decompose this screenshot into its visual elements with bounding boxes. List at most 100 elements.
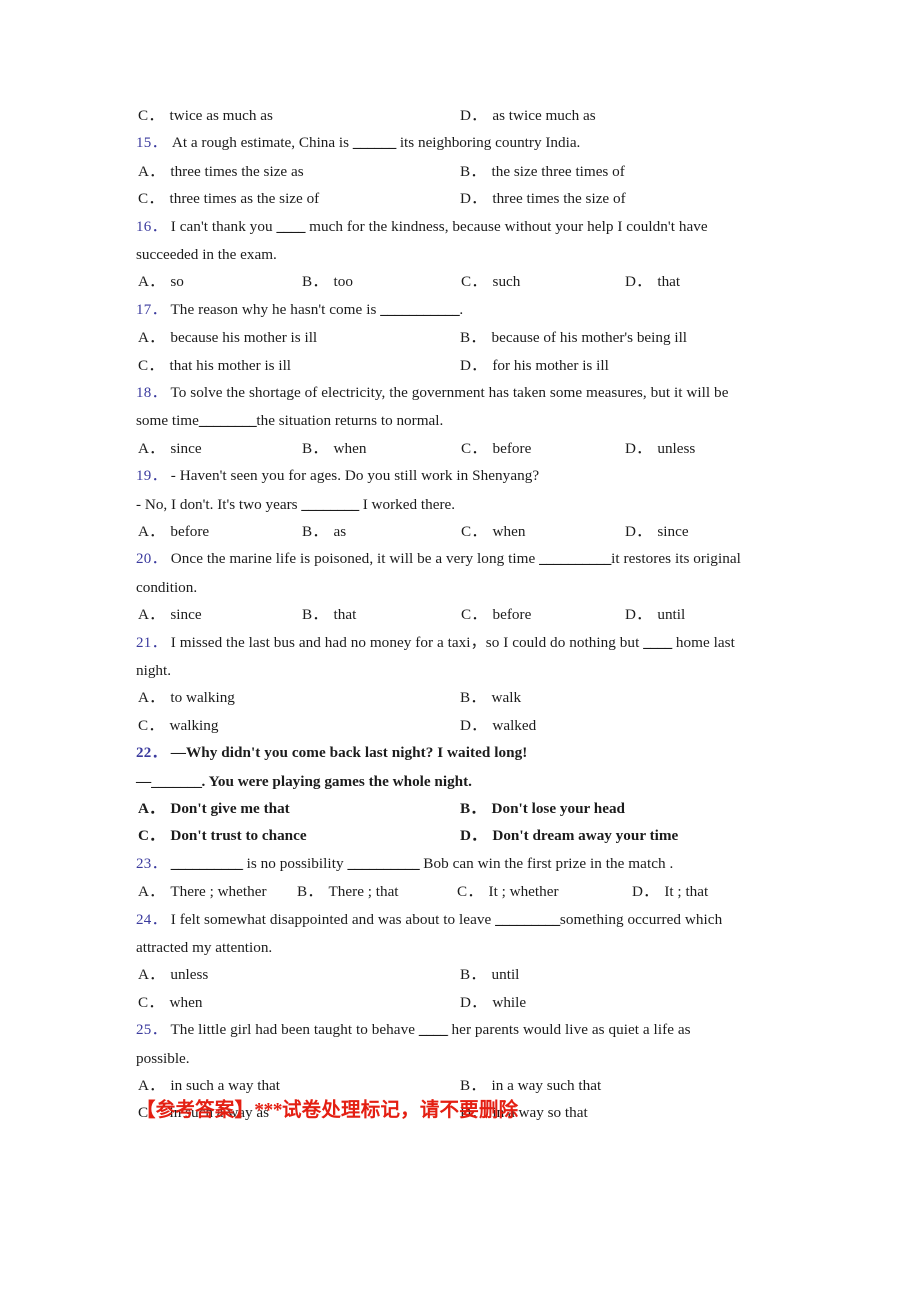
option-text: in such a way that [170, 1076, 281, 1094]
option-c[interactable]: C． three times as the size of [138, 185, 319, 212]
option-letter: C [461, 439, 472, 457]
option-separator: ． [149, 329, 165, 347]
question-number: 20． [136, 551, 167, 568]
option-b[interactable]: B． until [460, 961, 519, 988]
option-a[interactable]: A． since [138, 435, 202, 462]
option-separator: ． [312, 522, 328, 540]
option-c[interactable]: C． when [138, 989, 202, 1016]
option-a[interactable]: A． so [138, 268, 184, 295]
answer-key-note: 试卷处理标记，请不要删除 [281, 1098, 519, 1121]
option-text: to walking [170, 689, 235, 707]
option-c[interactable]: C． It ; whether [457, 878, 559, 905]
stem-continuation: some time________the situation returns t… [136, 407, 792, 434]
question-number: 15． [136, 135, 167, 152]
option-c[interactable]: C． walking [138, 712, 218, 739]
option-b[interactable]: B． because of his mother's being ill [460, 324, 687, 351]
option-b[interactable]: B． the size three times of [460, 158, 625, 185]
option-c[interactable]: C． Don't trust to chance [138, 822, 307, 849]
option-b[interactable]: B． walk [460, 684, 521, 711]
answer-blank[interactable]: ____ [643, 634, 672, 651]
option-text: that [333, 606, 357, 624]
option-text: until [657, 606, 686, 624]
answer-blank[interactable]: ______ [353, 134, 397, 151]
option-text: walking [169, 716, 219, 734]
answer-key-marker: 【参考答案】***试卷处理标记，请不要删除 [136, 1093, 518, 1122]
answer-blank[interactable]: ____ [419, 1021, 448, 1038]
option-d[interactable]: D． unless [625, 435, 695, 462]
option-letter: C [461, 273, 472, 291]
option-d[interactable]: D． for his mother is ill [460, 352, 609, 379]
option-text: three times the size of [492, 190, 626, 208]
option-c[interactable]: C． twice as much as [138, 102, 273, 129]
stem-pre: - Haven't seen you for ages. Do you stil… [170, 467, 540, 485]
option-b[interactable]: B． There ; that [297, 878, 399, 905]
answer-blank[interactable]: ________ [301, 496, 359, 513]
option-b[interactable]: B． Don't lose your head [460, 795, 625, 822]
option-a[interactable]: A． three times the size as [138, 158, 304, 185]
answer-blank[interactable]: _______ [151, 773, 202, 790]
option-letter: A [138, 273, 150, 291]
option-b[interactable]: B． as [302, 518, 346, 545]
stem-pre: The reason why he hasn't come is [170, 300, 381, 318]
option-text: unless [170, 966, 209, 984]
option-a[interactable]: A． There ; whether [138, 878, 267, 905]
option-c[interactable]: C． that his mother is ill [138, 352, 291, 379]
answer-blank[interactable]: ___________ [380, 301, 460, 318]
option-d[interactable]: D． It ; that [632, 878, 708, 905]
answer-blank[interactable]: ________ [199, 412, 257, 429]
option-separator: ． [148, 356, 164, 374]
option-separator: ． [149, 439, 165, 457]
question-stem: 15． At a rough estimate, China is ______ … [136, 129, 786, 157]
option-text: such [492, 273, 521, 291]
stem-post-partial: much for the kindness, because without y… [305, 217, 708, 235]
option-separator: ． [312, 439, 328, 457]
stem-pre: I can't thank you [170, 217, 277, 235]
option-a[interactable]: A． since [138, 601, 202, 628]
option-d[interactable]: D． since [625, 518, 689, 545]
option-a[interactable]: A． Don't give me that [138, 795, 290, 822]
option-text: It ; whether [488, 883, 559, 901]
option-a[interactable]: A． unless [138, 961, 208, 988]
option-d[interactable]: D． three times the size of [460, 185, 626, 212]
answer-blank-2[interactable]: __________ [347, 855, 419, 872]
option-letter: D [460, 716, 472, 734]
option-c[interactable]: C． before [461, 601, 531, 628]
option-d[interactable]: D． until [625, 601, 685, 628]
question-number: 18． [136, 384, 167, 401]
option-separator: ． [470, 329, 486, 347]
option-b[interactable]: B． that [302, 601, 356, 628]
question-stem: 17． The reason why he hasn't come is ___… [136, 296, 792, 324]
option-c[interactable]: C． before [461, 435, 531, 462]
answer-blank[interactable]: ____ [276, 218, 305, 235]
option-a[interactable]: A． to walking [138, 684, 235, 711]
option-separator: ． [470, 1076, 486, 1094]
option-letter: A [138, 162, 150, 180]
option-separator: ． [471, 273, 487, 291]
question-24: 24． I felt somewhat disappointed and was… [136, 906, 792, 1017]
options-row-ab: A． Don't give me that B． Don't lose your h… [136, 795, 792, 822]
option-d[interactable]: D． as twice much as [460, 102, 596, 129]
answer-blank[interactable]: __________ [539, 550, 611, 567]
option-a[interactable]: A． because his mother is ill [138, 324, 317, 351]
option-c[interactable]: C． such [461, 268, 520, 295]
cont-post: . You were playing games the whole night… [201, 772, 472, 790]
option-letter: C [138, 716, 149, 734]
option-text: that [657, 273, 681, 291]
option-d[interactable]: D． while [460, 989, 526, 1016]
option-text: Don't give me that [170, 799, 290, 817]
option-letter: D [460, 107, 472, 124]
option-a[interactable]: A． before [138, 518, 209, 545]
option-b[interactable]: B． when [302, 435, 366, 462]
option-text: Don't dream away your time [492, 827, 679, 845]
option-d[interactable]: D． that [625, 268, 680, 295]
option-b[interactable]: B． too [302, 268, 353, 295]
answer-blank[interactable]: _________ [495, 911, 560, 928]
option-separator: ． [470, 162, 486, 180]
option-d[interactable]: D． walked [460, 712, 536, 739]
answer-blank-1[interactable]: __________ [171, 855, 243, 872]
stem-pre: Once the marine life is poisoned, it wil… [170, 550, 540, 568]
option-letter: D [625, 439, 637, 457]
option-text: when [492, 522, 526, 540]
option-c[interactable]: C． when [461, 518, 525, 545]
option-d[interactable]: D． Don't dream away your time [460, 822, 678, 849]
